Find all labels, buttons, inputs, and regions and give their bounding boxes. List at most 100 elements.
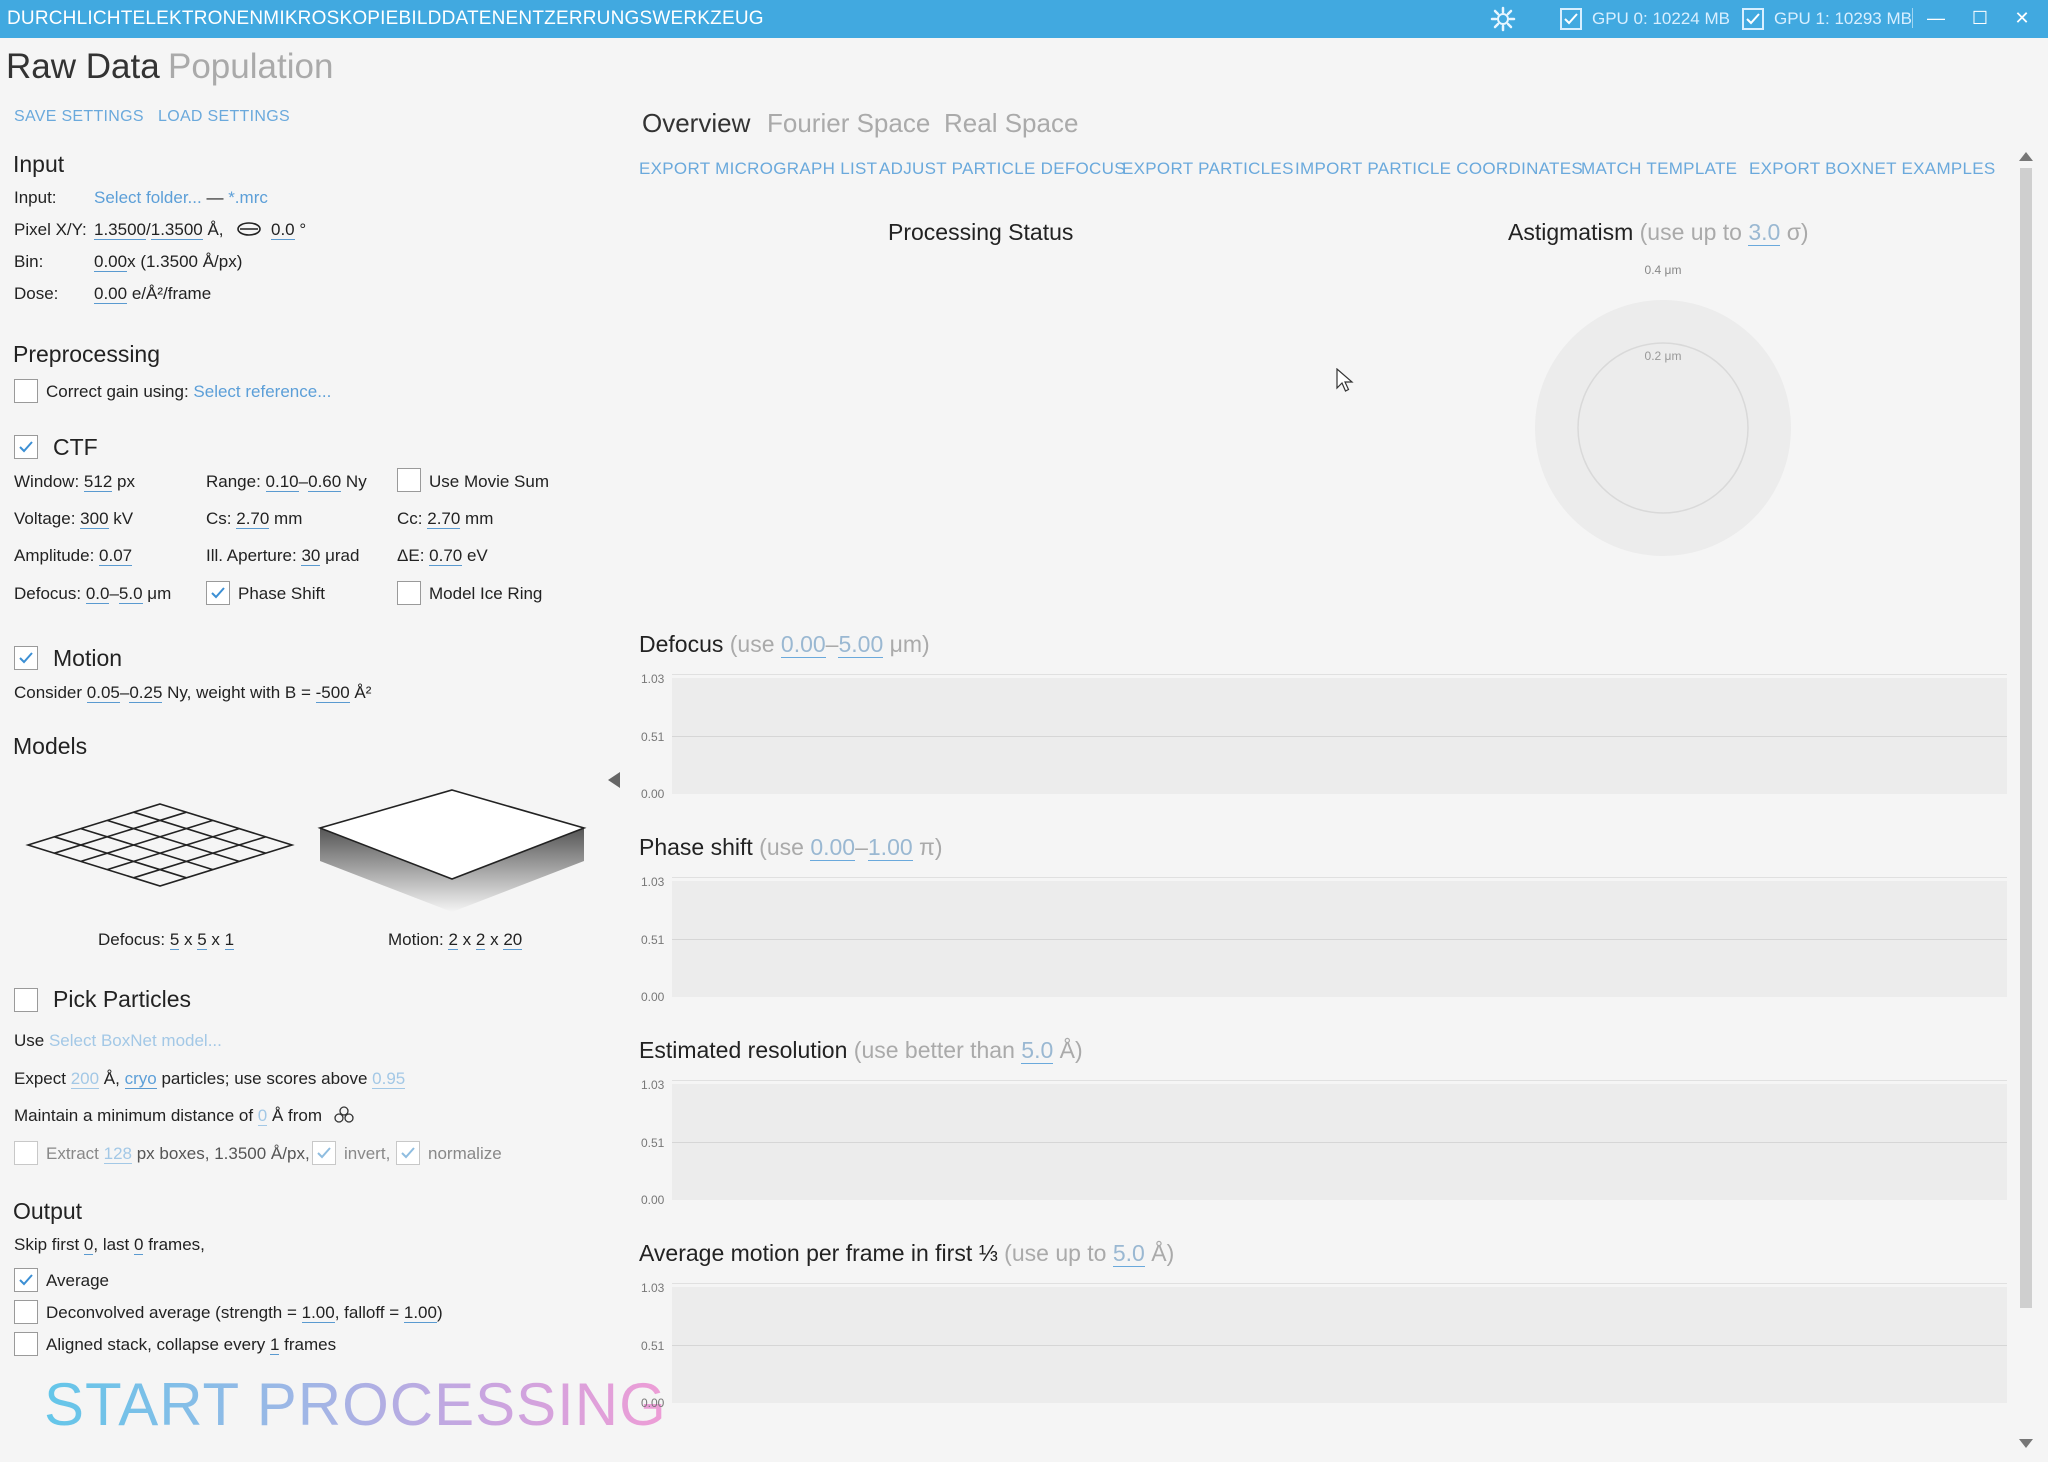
file-extension-link[interactable]: *.mrc [228,188,268,207]
close-button[interactable]: ✕ [2008,4,2036,32]
load-settings-button[interactable]: LOAD SETTINGS [158,108,290,126]
particle-type-selector[interactable]: cryo [124,1069,157,1089]
model-ice-ring-label: Model Ice Ring [429,584,543,603]
save-settings-button[interactable]: SAVE SETTINGS [14,108,144,126]
gpu1-checkbox[interactable] [1742,8,1764,30]
correct-gain-checkbox[interactable] [14,379,38,403]
gear-icon[interactable] [1490,6,1516,32]
maximize-button[interactable]: ☐ [1966,4,1994,32]
particles-cluster-icon[interactable] [333,1106,355,1124]
defocus-model-z-input[interactable]: 1 [224,930,235,950]
select-reference-link[interactable]: Select reference... [193,382,331,401]
box-size-input[interactable]: 128 [103,1144,132,1164]
defocus-min-input[interactable]: 0.00 [780,631,826,658]
boxnet-row: Use Select BoxNet model... [14,1031,222,1050]
average-checkbox[interactable] [14,1268,38,1292]
defocus-max-input[interactable]: 5.00 [838,631,884,658]
scroll-up-arrow-icon[interactable] [2019,152,2033,161]
phase-shift-checkbox[interactable] [206,581,230,605]
motion-plot-area[interactable] [672,1287,2007,1403]
pixel-x-input[interactable]: 1.3500 [94,220,146,240]
dose-input[interactable]: 0.00 [94,284,128,304]
tab-fourier-space[interactable]: Fourier Space [767,108,930,139]
motion-range-low-input[interactable]: 0.05 [86,683,120,703]
adjust-particle-defocus-button[interactable]: ADJUST PARTICLE DEFOCUS [879,159,1126,179]
select-folder-link[interactable]: Select folder... [94,188,202,207]
tab-population[interactable]: Population [168,47,333,87]
right-panel-scrollbar[interactable] [2018,150,2034,1450]
minimize-button[interactable]: — [1922,4,1950,32]
ctf-cc-input[interactable]: 2.70 [427,509,461,529]
ctf-window-input[interactable]: 512 [83,472,113,492]
models-section-title: Models [13,733,88,759]
motion-model-y-input[interactable]: 2 [475,930,486,950]
deconv-falloff-input[interactable]: 1.00 [403,1303,437,1323]
scrollbar-thumb[interactable] [2020,168,2032,1308]
resolution-threshold-input[interactable]: 5.0 [1021,1037,1054,1064]
defocus-model-row: Defocus: 5 x 5 x 1 [98,930,235,950]
model-ice-ring-checkbox[interactable] [397,581,421,605]
export-particles-button[interactable]: EXPORT PARTICLES [1122,159,1294,179]
start-processing-button[interactable]: START PROCESSING [44,1370,667,1439]
score-threshold-input[interactable]: 0.95 [372,1069,406,1089]
ctf-defocus-high-input[interactable]: 5.0 [118,584,143,604]
defocus-grid-model-icon [25,803,295,887]
ctf-de-input[interactable]: 0.70 [429,546,463,566]
pick-particles-checkbox[interactable] [14,988,38,1012]
ctf-checkbox[interactable] [14,435,38,459]
particle-diameter-input[interactable]: 200 [70,1069,100,1089]
motion-checkbox[interactable] [14,646,38,670]
ctf-cs-input[interactable]: 2.70 [236,509,270,529]
tab-raw-data[interactable]: Raw Data [6,47,160,87]
extract-checkbox[interactable] [14,1141,38,1165]
normalize-checkbox[interactable] [396,1141,420,1165]
resolution-plot-area[interactable] [672,1084,2007,1200]
phase-min-input[interactable]: 0.00 [810,834,856,861]
astigmatism-threshold-input[interactable]: 3.0 [1748,219,1781,246]
collapse-frames-input[interactable]: 1 [269,1335,280,1355]
scroll-down-arrow-icon[interactable] [2019,1439,2033,1448]
export-micrograph-list-button[interactable]: EXPORT MICROGRAPH LIST [639,159,877,179]
deconv-strength-input[interactable]: 1.00 [301,1303,335,1323]
use-movie-sum-checkbox[interactable] [397,468,421,492]
defocus-model-y-input[interactable]: 5 [197,930,207,950]
aligned-stack-checkbox[interactable] [14,1332,38,1356]
pixel-angle-input[interactable]: 0.0 [271,220,295,240]
tab-overview[interactable]: Overview [642,108,750,139]
ctf-voltage-input[interactable]: 300 [80,509,109,529]
match-template-button[interactable]: MATCH TEMPLATE [1581,159,1737,179]
invert-checkbox[interactable] [312,1141,336,1165]
min-distance-row: Maintain a minimum distance of 0 Å from [14,1106,355,1126]
pixel-y-input[interactable]: 1.3500 [150,220,203,240]
import-particle-coordinates-button[interactable]: IMPORT PARTICLE COORDINATES [1295,159,1583,179]
ctf-amplitude-input[interactable]: 0.07 [99,546,133,566]
collapse-panel-arrow-icon[interactable] [608,772,620,788]
gpu0-checkbox[interactable] [1560,8,1582,30]
check-icon [401,1147,415,1159]
skip-first-input[interactable]: 0 [83,1235,94,1255]
ctf-range-low-input[interactable]: 0.10 [265,472,299,492]
defocus-plot-area[interactable] [672,678,2007,794]
bin-input[interactable]: 0.00 [94,252,128,272]
check-icon [211,587,225,599]
astigmatism-polar-plot: 0.4 μm 0.2 μm [1535,263,1791,556]
motion-model-z-input[interactable]: 20 [503,930,523,950]
motion-threshold-input[interactable]: 5.0 [1112,1240,1145,1267]
export-boxnet-examples-button[interactable]: EXPORT BOXNET EXAMPLES [1749,159,1996,179]
ctf-range-high-input[interactable]: 0.60 [308,472,342,492]
gpu0-toggle[interactable]: GPU 0: 10224 MB [1560,8,1730,30]
ctf-defocus-low-input[interactable]: 0.0 [85,584,110,604]
min-distance-input[interactable]: 0 [257,1106,268,1126]
motion-model-x-input[interactable]: 2 [448,930,458,950]
phase-max-input[interactable]: 1.00 [867,834,913,861]
gpu1-toggle[interactable]: GPU 1: 10293 MB [1742,8,1912,30]
ctf-aperture-input[interactable]: 30 [301,546,321,566]
motion-bfactor-input[interactable]: -500 [315,683,350,703]
gpu0-label: GPU 0: 10224 MB [1592,9,1730,28]
select-boxnet-model-link[interactable]: Select BoxNet model... [49,1031,222,1050]
deconvolved-average-checkbox[interactable] [14,1300,38,1324]
motion-range-high-input[interactable]: 0.25 [129,683,163,703]
phase-shift-plot-area[interactable] [672,881,2007,997]
defocus-model-x-input[interactable]: 5 [169,930,180,950]
tab-real-space[interactable]: Real Space [944,108,1078,139]
